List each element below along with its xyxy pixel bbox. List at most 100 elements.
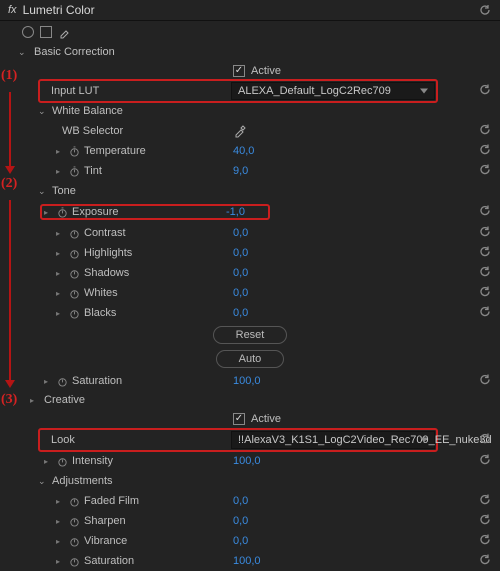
creative-active-label: Active <box>251 413 281 425</box>
look-row: Look !!AlexaV3_K1S1_LogC2Video_Rec709_EE… <box>0 429 500 451</box>
reset-icon[interactable] <box>478 285 492 302</box>
expand-icon[interactable]: ▸ <box>56 147 64 156</box>
eyedropper-icon[interactable] <box>233 124 247 138</box>
stopwatch-icon[interactable] <box>56 455 68 467</box>
look-value: !!AlexaV3_K1S1_LogC2Video_Rec709_EE_nuke… <box>238 434 492 446</box>
saturation-label: Saturation <box>72 375 122 387</box>
wb-selector-row: WB Selector <box>0 121 500 141</box>
stopwatch-icon[interactable] <box>56 206 68 218</box>
auto-button[interactable]: Auto <box>216 350 285 368</box>
expand-icon[interactable]: ▸ <box>56 517 64 526</box>
reset-icon[interactable] <box>478 305 492 322</box>
exposure-value[interactable]: -1,0 <box>226 206 266 218</box>
whites-value[interactable]: 0,0 <box>233 287 353 299</box>
intensity-row: ▸Intensity 100,0 <box>0 451 500 471</box>
saturation-value[interactable]: 100,0 <box>233 375 353 387</box>
stopwatch-icon[interactable] <box>68 247 80 259</box>
stopwatch-icon[interactable] <box>68 287 80 299</box>
reset-icon[interactable] <box>478 163 492 180</box>
stopwatch-icon[interactable] <box>68 307 80 319</box>
tone-row[interactable]: ⌄ Tone <box>0 181 500 201</box>
stopwatch-icon[interactable] <box>68 555 80 567</box>
reset-icon[interactable] <box>478 453 492 470</box>
stopwatch-icon[interactable] <box>68 165 80 177</box>
expand-icon: ▸ <box>30 396 38 405</box>
tint-label: Tint <box>84 165 102 177</box>
stopwatch-icon[interactable] <box>68 515 80 527</box>
contrast-value[interactable]: 0,0 <box>233 227 353 239</box>
expand-icon[interactable]: ▸ <box>56 229 64 238</box>
highlights-value[interactable]: 0,0 <box>233 247 353 259</box>
exposure-row: ▸ Exposure -1,0 <box>0 201 500 223</box>
expand-icon[interactable]: ▸ <box>56 557 64 566</box>
wb-selector-label: WB Selector <box>62 125 123 137</box>
faded-film-value[interactable]: 0,0 <box>233 495 353 507</box>
reset-button[interactable]: Reset <box>213 326 288 344</box>
intensity-value[interactable]: 100,0 <box>233 455 353 467</box>
mask-pen-icon[interactable] <box>58 25 72 39</box>
reset-icon[interactable] <box>478 553 492 570</box>
vibrance-value[interactable]: 0,0 <box>233 535 353 547</box>
sharpen-value[interactable]: 0,0 <box>233 515 353 527</box>
adjustments-row[interactable]: ⌄ Adjustments <box>0 471 500 491</box>
reset-icon[interactable] <box>478 373 492 390</box>
stopwatch-icon[interactable] <box>68 535 80 547</box>
expand-icon[interactable]: ▸ <box>44 377 52 386</box>
stopwatch-icon[interactable] <box>56 375 68 387</box>
reset-icon[interactable] <box>478 204 492 221</box>
expand-icon[interactable]: ▸ <box>56 289 64 298</box>
shadows-value[interactable]: 0,0 <box>233 267 353 279</box>
expand-icon[interactable]: ▸ <box>56 269 64 278</box>
creative-saturation-value[interactable]: 100,0 <box>233 555 353 567</box>
tone-label: Tone <box>52 185 76 197</box>
input-lut-dropdown[interactable]: ALEXA_Default_LogC2Rec709 <box>231 82 435 100</box>
effect-header: fx Lumetri Color <box>0 0 500 21</box>
stopwatch-icon[interactable] <box>68 227 80 239</box>
stopwatch-icon[interactable] <box>68 495 80 507</box>
reset-icon[interactable] <box>478 265 492 282</box>
reset-icon[interactable] <box>478 83 492 100</box>
white-balance-row[interactable]: ⌄ White Balance <box>0 101 500 121</box>
expand-icon[interactable]: ▸ <box>56 309 64 318</box>
expand-icon[interactable]: ▸ <box>44 457 52 466</box>
creative-active-checkbox[interactable] <box>233 413 245 425</box>
temperature-value[interactable]: 40,0 <box>233 145 353 157</box>
reset-effect-icon[interactable] <box>478 3 492 17</box>
reset-icon[interactable] <box>478 225 492 242</box>
expand-icon[interactable]: ▸ <box>56 497 64 506</box>
basic-active-checkbox[interactable] <box>233 65 245 77</box>
whites-label: Whites <box>84 287 118 299</box>
reset-icon[interactable] <box>478 143 492 160</box>
blacks-label: Blacks <box>84 307 116 319</box>
creative-active-row: Active <box>0 409 500 429</box>
expand-icon[interactable]: ▸ <box>44 208 52 217</box>
expand-icon[interactable]: ▸ <box>56 167 64 176</box>
reset-icon[interactable] <box>478 493 492 510</box>
input-lut-label: Input LUT <box>41 85 223 97</box>
stopwatch-icon[interactable] <box>68 267 80 279</box>
mask-rect-icon[interactable] <box>40 26 52 38</box>
expand-icon[interactable]: ▸ <box>56 537 64 546</box>
stopwatch-icon[interactable] <box>68 145 80 157</box>
expand-icon[interactable]: ▸ <box>56 249 64 258</box>
contrast-label: Contrast <box>84 227 126 239</box>
mask-ellipse-icon[interactable] <box>22 26 34 38</box>
blacks-row: ▸ Blacks 0,0 <box>0 303 500 323</box>
tint-value[interactable]: 9,0 <box>233 165 353 177</box>
reset-icon[interactable] <box>478 123 492 140</box>
creative-saturation-row: ▸Saturation 100,0 <box>0 551 500 571</box>
section-basic-correction[interactable]: ⌄ Basic Correction <box>0 43 500 61</box>
sharpen-label: Sharpen <box>84 515 126 527</box>
basic-active-label: Active <box>251 65 281 77</box>
whites-row: ▸ Whites 0,0 <box>0 283 500 303</box>
reset-icon[interactable] <box>478 245 492 262</box>
look-dropdown[interactable]: !!AlexaV3_K1S1_LogC2Video_Rec709_EE_nuke… <box>231 431 435 449</box>
reset-icon[interactable] <box>478 533 492 550</box>
blacks-value[interactable]: 0,0 <box>233 307 353 319</box>
sharpen-row: ▸ Sharpen 0,0 <box>0 511 500 531</box>
section-creative[interactable]: ▸ Creative <box>0 391 500 409</box>
tint-row: ▸ Tint 9,0 <box>0 161 500 181</box>
reset-icon[interactable] <box>478 513 492 530</box>
reset-icon[interactable] <box>478 432 492 449</box>
input-lut-row: Input LUT ALEXA_Default_LogC2Rec709 <box>0 81 500 101</box>
